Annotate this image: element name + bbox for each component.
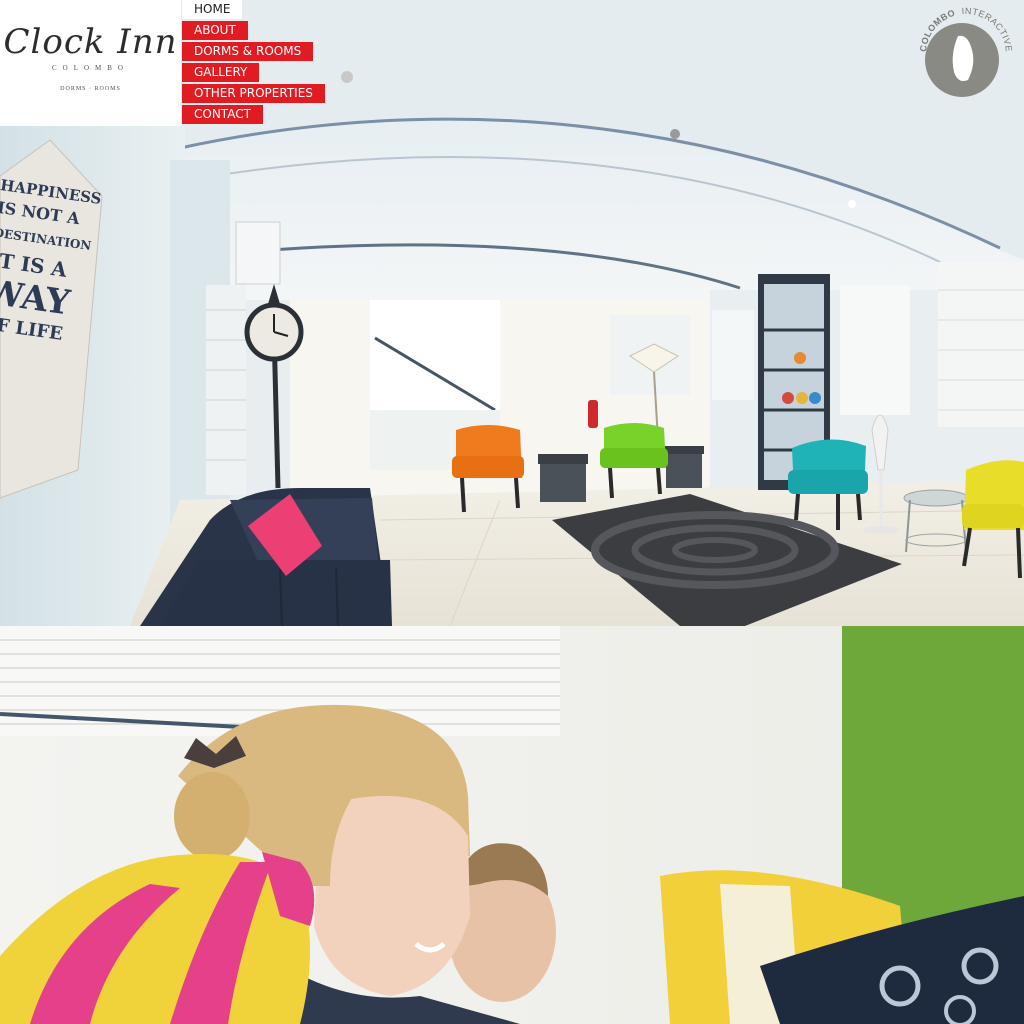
nav-about[interactable]: ABOUT xyxy=(182,21,248,40)
nav-gallery[interactable]: GALLERY xyxy=(182,63,260,82)
nav-other-properties[interactable]: OTHER PROPERTIES xyxy=(182,84,325,103)
guests-photo xyxy=(0,626,1024,1024)
map-badge-graphic: COLOMBO INTERACTIVE MAP xyxy=(912,0,1014,97)
guests-illustration xyxy=(0,626,1024,1024)
logo-tagline: DORMS · ROOMS xyxy=(60,86,121,92)
nav-dorms-rooms[interactable]: DORMS & ROOMS xyxy=(182,42,314,61)
main-nav: HOME ABOUT DORMS & ROOMS GALLERY OTHER P… xyxy=(182,0,325,126)
site-logo[interactable]: Clock Inn COLOMBO DORMS · ROOMS xyxy=(0,0,181,126)
logo-name: Clock Inn xyxy=(3,22,178,62)
nav-home[interactable]: HOME xyxy=(182,0,243,19)
nav-contact[interactable]: CONTACT xyxy=(182,105,263,124)
logo-city: COLOMBO xyxy=(51,64,129,72)
page: Clock Inn COLOMBO DORMS · ROOMS HOME ABO… xyxy=(0,0,1024,1024)
interactive-map-badge[interactable]: COLOMBO INTERACTIVE MAP xyxy=(912,0,1016,104)
